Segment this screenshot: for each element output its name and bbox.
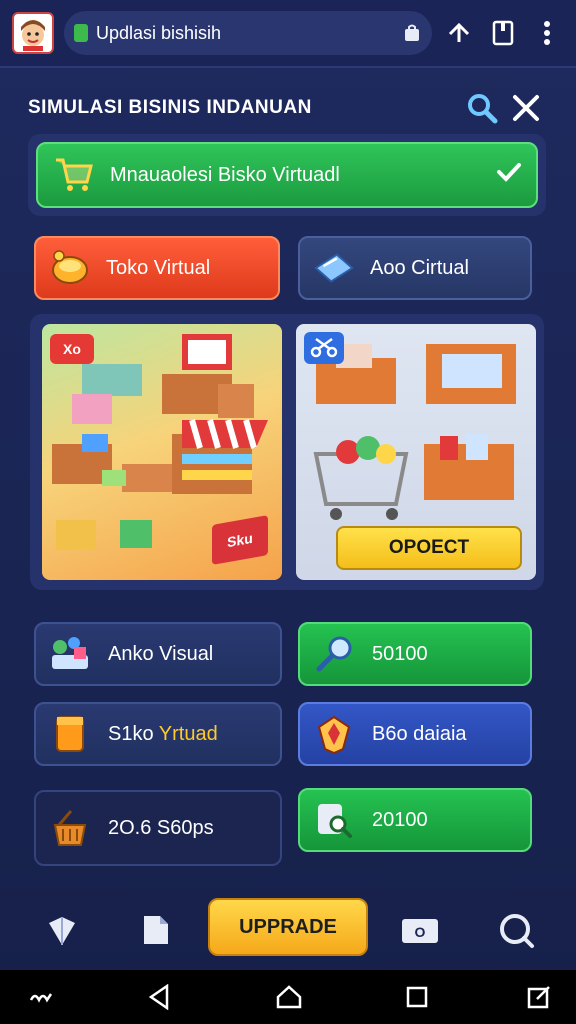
scene-gallery: Xo Sku OPOECT (30, 314, 544, 590)
tile-score[interactable]: 2O.6 S60ps (34, 790, 282, 866)
tile-20100[interactable]: 20100 (298, 788, 532, 852)
bottom-toolbar: UPPRADE O (0, 892, 576, 970)
tile-label-part-b: Yrtuad (158, 722, 218, 745)
tile-label: 50100 (372, 642, 428, 665)
tab-label: Toko Virtual (106, 256, 211, 279)
basket-icon (48, 806, 92, 850)
tile-label-part-a: S1ko (108, 722, 159, 745)
magnifier-icon (312, 632, 356, 676)
address-bar[interactable]: Updlasi bishisih (64, 11, 432, 55)
tab-aoo-cirtual[interactable]: Aoo Cirtual (298, 236, 532, 300)
tile-50100[interactable]: 50100 (298, 622, 532, 686)
gesture-icon[interactable] (26, 982, 56, 1012)
tile-label: S1ko Yrtuad (108, 723, 218, 746)
screen: Updlasi bishisih SIMULASI BISINIS INDANU… (0, 0, 576, 1024)
scene-tag-badge: Xo (50, 334, 94, 364)
main-panel: SIMULASI BISINIS INDANUAN Mnauaolesi Bis… (10, 72, 566, 892)
search-doc-icon (312, 798, 356, 842)
crest-icon (312, 712, 356, 756)
shapes-icon (48, 632, 92, 676)
recent-apps-icon[interactable] (402, 982, 432, 1012)
panel-header: SIMULASI BISINIS INDANUAN (28, 90, 548, 126)
tile-label: 2O.6 S60ps (108, 816, 214, 839)
checkmark-icon (496, 161, 522, 189)
close-icon[interactable] (504, 88, 548, 128)
search-icon[interactable] (494, 908, 538, 952)
tile-b6o-daiaia[interactable]: B6o daiaia (298, 702, 532, 766)
shopping-cart-icon (52, 153, 96, 197)
document-icon[interactable] (134, 908, 178, 952)
selection-container: Mnauaolesi Bisko Virtuadl (28, 134, 546, 216)
tile-anko-visual[interactable]: Anko Visual (34, 622, 282, 686)
selection-label: Mnauaolesi Bisko Virtuadl (110, 163, 340, 186)
home-icon[interactable] (274, 982, 304, 1012)
tile-label: 20100 (372, 808, 428, 831)
tile-label: B6o daiaia (372, 722, 467, 745)
shopping-bag-icon[interactable] (402, 23, 422, 43)
browser-top-bar: Updlasi bishisih (0, 0, 576, 68)
cube-icon[interactable] (40, 908, 84, 952)
business-select-button[interactable]: Mnauaolesi Bisko Virtuadl (36, 142, 538, 208)
tab-label: Aoo Cirtual (370, 256, 469, 279)
shopping-bag-icon (312, 246, 356, 290)
url-text: Updlasi bishisih (96, 22, 222, 43)
scissors-icon (304, 332, 344, 364)
cup-icon (48, 712, 92, 756)
tile-label: Anko Visual (108, 642, 214, 665)
project-button[interactable]: OPOECT (336, 526, 522, 570)
coin-bowl-icon (48, 246, 92, 290)
camera-icon[interactable]: O (398, 908, 442, 952)
share-icon[interactable] (442, 13, 476, 53)
lock-icon (74, 24, 88, 42)
page-title: SIMULASI BISINIS INDANUAN (28, 97, 312, 118)
search-icon[interactable] (460, 88, 504, 128)
market-scene-image[interactable]: OPOECT (296, 324, 536, 580)
tile-s1ko-yrtuad[interactable]: S1ko Yrtuad (34, 702, 282, 766)
avatar[interactable] (12, 12, 54, 54)
edit-icon[interactable] (524, 982, 554, 1012)
system-navigation-bar (0, 970, 576, 1024)
camera-label: O (415, 924, 426, 940)
store-scene-image[interactable]: Xo Sku (42, 324, 282, 580)
more-menu-icon[interactable] (530, 13, 564, 53)
upgrade-button[interactable]: UPPRADE (208, 898, 368, 956)
bookmark-icon[interactable] (486, 13, 520, 53)
back-icon[interactable] (144, 982, 174, 1012)
tab-toko-virtual[interactable]: Toko Virtual (34, 236, 280, 300)
